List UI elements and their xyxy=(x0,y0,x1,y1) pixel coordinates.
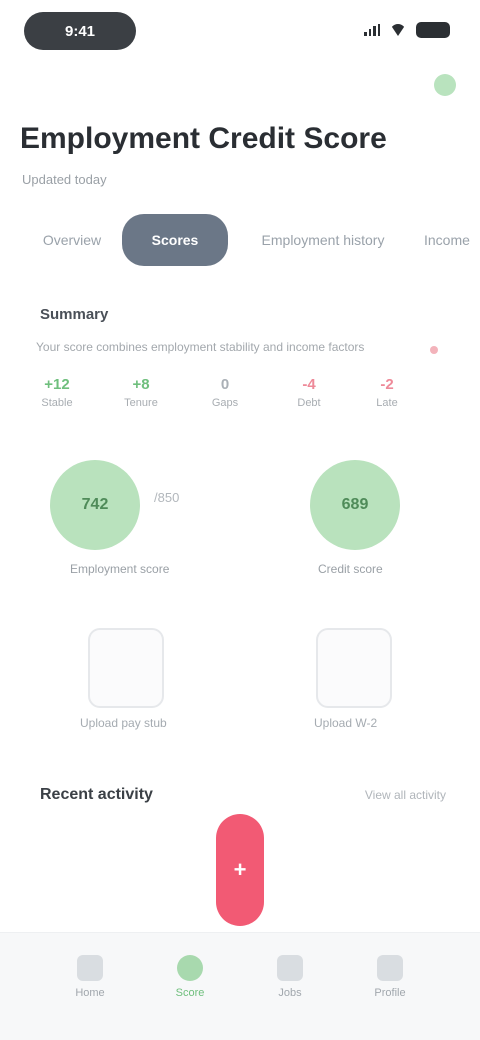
tab-employment-history[interactable]: Employment history xyxy=(240,220,406,260)
stat-label: Stable xyxy=(41,397,73,409)
credit-score-card[interactable]: 689 Credit score xyxy=(306,460,480,590)
tab-scores[interactable]: Scores xyxy=(122,214,228,266)
status-bar: 9:41 xyxy=(0,0,480,64)
nav-label: Profile xyxy=(374,987,406,999)
credit-score-caption: Credit score xyxy=(318,562,383,576)
nav-item-home[interactable]: Home xyxy=(60,955,120,1015)
stat-label: Late xyxy=(376,397,398,409)
briefcase-icon xyxy=(277,955,303,981)
status-time: 9:41 xyxy=(24,12,136,50)
add-button[interactable]: + xyxy=(216,814,264,926)
user-icon xyxy=(377,955,403,981)
credit-score-circle: 689 xyxy=(310,460,400,550)
page-subtitle: Updated today xyxy=(22,172,107,187)
nav-item-score[interactable]: Score xyxy=(160,955,220,1015)
activity-title: Recent activity xyxy=(40,786,153,803)
chart-icon xyxy=(177,955,203,981)
employment-score-caption: Employment score xyxy=(70,562,170,576)
employment-score-circle: 742 xyxy=(50,460,140,550)
stat-item: +8 Tenure xyxy=(114,376,168,409)
pay-stub-caption: Upload pay stub xyxy=(80,716,167,730)
notification-icon[interactable] xyxy=(434,74,456,96)
stat-label: Tenure xyxy=(124,397,158,409)
employment-score-max: /850 xyxy=(154,490,180,505)
home-icon xyxy=(77,955,103,981)
summary-stats: +12 Stable +8 Tenure 0 Gaps -4 Debt -2 L… xyxy=(30,376,420,426)
employment-score-card[interactable]: 742 /850 Employment score xyxy=(50,460,230,590)
stat-item: +12 Stable xyxy=(30,376,84,409)
signal-icon xyxy=(364,24,380,36)
nav-item-profile[interactable]: Profile xyxy=(360,955,420,1015)
tab-bar: Overview Scores Employment history Incom… xyxy=(0,210,480,266)
summary-label: Summary xyxy=(40,306,109,323)
nav-label: Score xyxy=(175,987,205,999)
tab-income[interactable]: Income xyxy=(424,220,480,260)
stat-value: -4 xyxy=(302,376,316,393)
w2-upload-box[interactable] xyxy=(316,628,392,708)
page-title: Employment Credit Score xyxy=(20,122,387,155)
tab-overview[interactable]: Overview xyxy=(30,220,114,260)
nav-label: Home xyxy=(75,987,105,999)
bottom-nav: Home Score Jobs Profile xyxy=(0,932,480,1040)
w2-caption: Upload W-2 xyxy=(314,716,378,730)
stat-item: 0 Gaps xyxy=(198,376,252,409)
stat-item: -4 Debt xyxy=(282,376,336,409)
stat-label: Gaps xyxy=(211,397,239,409)
stat-item: -2 Late xyxy=(360,376,414,409)
view-all-link[interactable]: View all activity xyxy=(316,788,446,802)
nav-label: Jobs xyxy=(278,987,302,999)
info-dot-icon xyxy=(430,346,438,354)
stat-value: +8 xyxy=(132,376,150,393)
stat-label: Debt xyxy=(297,397,321,409)
stat-value: -2 xyxy=(380,376,394,393)
stat-value: 0 xyxy=(220,376,230,393)
summary-caption: Your score combines employment stability… xyxy=(36,340,365,354)
battery-icon xyxy=(416,22,450,38)
wifi-icon xyxy=(390,24,406,36)
status-icons xyxy=(364,20,450,40)
stat-value: +12 xyxy=(44,376,70,393)
nav-item-jobs[interactable]: Jobs xyxy=(260,955,320,1015)
pay-stub-upload-box[interactable] xyxy=(88,628,164,708)
